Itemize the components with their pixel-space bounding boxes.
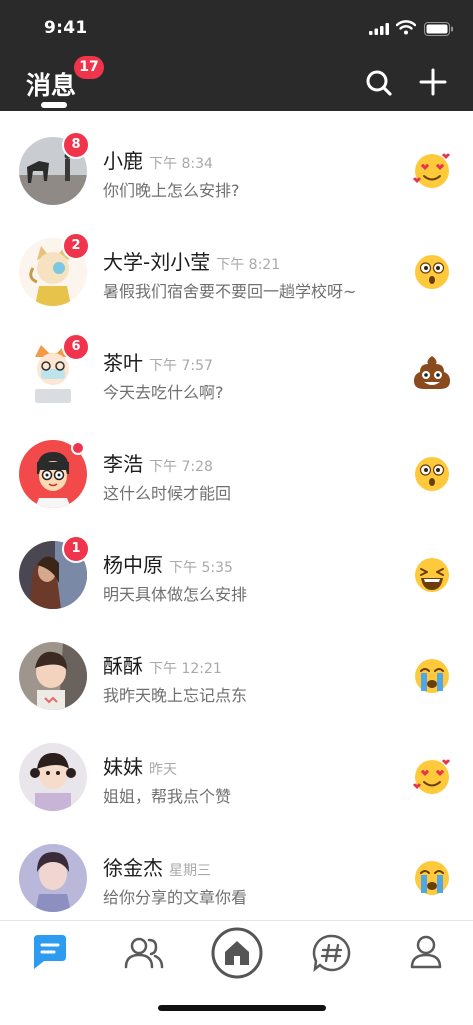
contact-name: 徐金杰 星期三	[103, 852, 211, 881]
conversation-row[interactable]: 6 茶叶 下午 7:57 今天去吃什么啊?	[0, 313, 473, 414]
unread-badge: 8	[62, 131, 90, 159]
wifi-icon	[396, 20, 416, 35]
laughing-emoji-icon	[415, 558, 449, 592]
conversation-row[interactable]: 酥酥 下午 12:21 我昨天晚上忘记点东	[0, 616, 473, 717]
topic-tab-icon[interactable]	[310, 931, 354, 975]
message-time: 昨天	[149, 762, 177, 778]
crying-emoji-icon	[415, 659, 449, 693]
crying-emoji-icon	[415, 861, 449, 895]
contact-name-text: 小鹿	[103, 149, 143, 173]
search-icon[interactable]	[364, 68, 394, 98]
message-time: 下午 8:34	[149, 156, 213, 172]
poop-emoji-icon	[414, 356, 450, 389]
message-time: 下午 8:21	[216, 257, 281, 273]
message-time: 下午 12:21	[149, 661, 222, 677]
conversation-row[interactable]: 徐金杰 星期三 给你分享的文章你看	[0, 818, 473, 919]
message-preview: 给你分享的文章你看	[103, 888, 248, 907]
message-preview: 今天去吃什么啊?	[103, 383, 224, 402]
message-preview: 明天具体做怎么安排	[103, 585, 248, 604]
conversation-row[interactable]: 1 杨中原 下午 5:35 明天具体做怎么安排	[0, 515, 473, 616]
battery-icon	[424, 22, 453, 36]
contact-name: 茶叶 下午 7:57	[103, 347, 213, 376]
unread-badge: 6	[62, 333, 90, 361]
contact-name: 大学-刘小莹 下午 8:21	[103, 246, 280, 275]
conversation-row[interactable]: 8 小鹿 下午 8:34 你们晚上怎么安排?	[0, 111, 473, 212]
top-header: 9:41 消息 17	[0, 0, 473, 111]
avatar[interactable]	[19, 743, 87, 811]
contact-name: 小鹿 下午 8:34	[103, 145, 213, 174]
message-preview: 我昨天晚上忘记点东	[103, 686, 248, 705]
contact-name-text: 杨中原	[103, 553, 163, 577]
unread-badge: 2	[62, 232, 90, 260]
message-preview: 你们晚上怎么安排?	[103, 181, 240, 200]
status-bar: 9:41	[0, 0, 473, 56]
message-preview: 姐姐，帮我点个赞	[103, 787, 232, 806]
surprised-emoji-icon	[415, 457, 449, 491]
unread-dot	[71, 441, 85, 455]
status-time: 9:41	[44, 18, 88, 38]
surprised-emoji-icon	[415, 255, 449, 289]
message-time: 下午 7:57	[149, 358, 213, 374]
avatar[interactable]	[19, 642, 87, 710]
conversation-row[interactable]: 2 大学-刘小莹 下午 8:21 暑假我们宿舍要不要回一趟学校呀~	[0, 212, 473, 313]
contact-name-text: 妹妹	[103, 755, 143, 779]
message-preview: 暑假我们宿舍要不要回一趟学校呀~	[103, 282, 357, 301]
conversation-row[interactable]: 李浩 下午 7:28 这什么时候才能回	[0, 414, 473, 515]
active-tab-indicator	[41, 102, 67, 108]
contact-name: 酥酥 下午 12:21	[103, 650, 222, 679]
unread-badge: 1	[62, 535, 90, 563]
contacts-tab-icon[interactable]	[122, 931, 166, 975]
contact-name: 妹妹 昨天	[103, 751, 177, 780]
message-time: 下午 5:35	[169, 560, 233, 576]
contact-name-text: 茶叶	[103, 351, 143, 375]
unread-count-badge: 17	[74, 56, 104, 79]
home-tab-icon[interactable]	[210, 926, 264, 980]
heart-eyes-emoji-icon	[413, 153, 450, 188]
contact-name-text: 酥酥	[103, 654, 143, 678]
conversation-row[interactable]: 妹妹 昨天 姐姐，帮我点个赞	[0, 717, 473, 818]
contact-name-text: 徐金杰	[103, 856, 163, 880]
avatar[interactable]	[19, 844, 87, 912]
home-indicator[interactable]	[158, 1005, 326, 1011]
cellular-signal-icon	[369, 23, 389, 35]
message-time: 下午 7:28	[149, 459, 213, 475]
contact-name: 李浩 下午 7:28	[103, 448, 213, 477]
message-preview: 这什么时候才能回	[103, 484, 232, 503]
add-icon[interactable]	[418, 67, 448, 97]
heart-eyes-emoji-icon	[413, 759, 450, 794]
contact-name-text: 大学-刘小莹	[103, 250, 211, 274]
message-time: 星期三	[169, 863, 211, 879]
page-title[interactable]: 消息	[26, 66, 76, 102]
contact-name: 杨中原 下午 5:35	[103, 549, 233, 578]
message-tab-icon[interactable]	[28, 931, 72, 975]
profile-tab-icon[interactable]	[404, 931, 448, 975]
contact-name-text: 李浩	[103, 452, 143, 476]
